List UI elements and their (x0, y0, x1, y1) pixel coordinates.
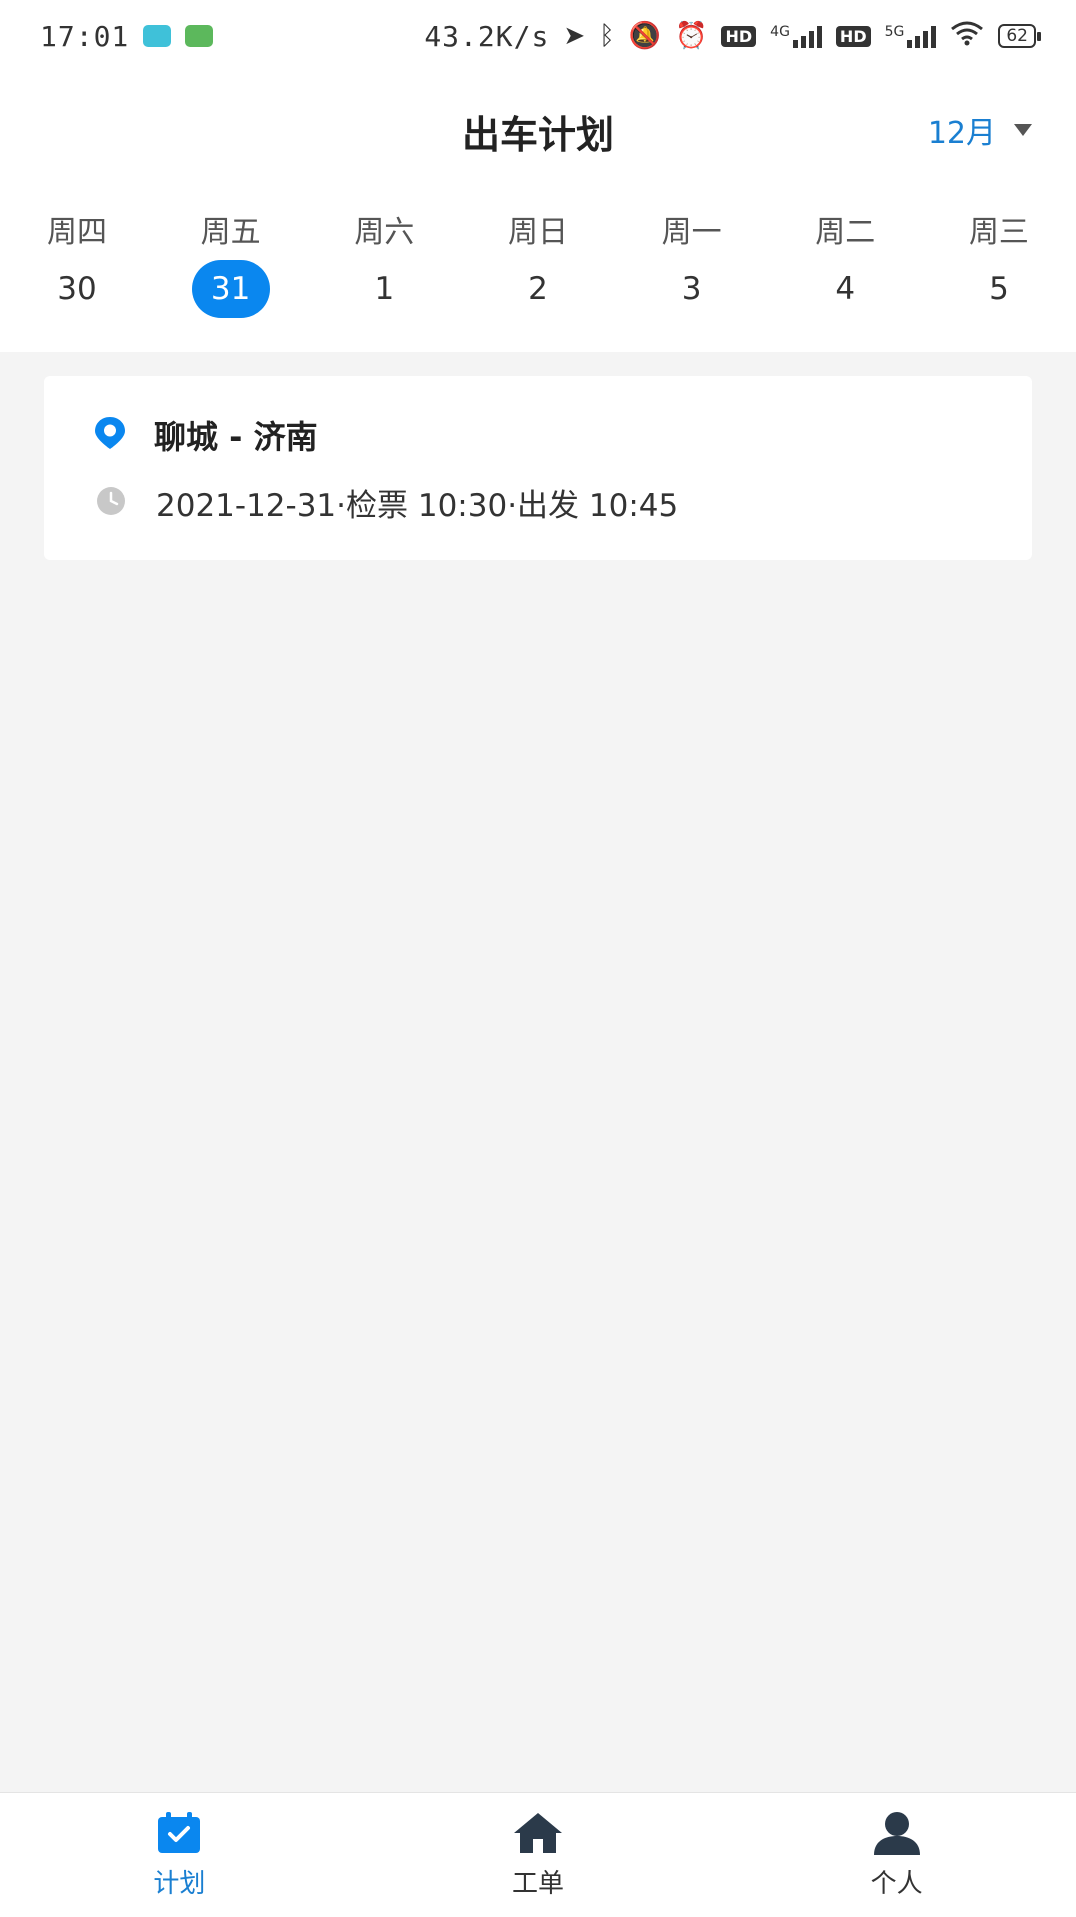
tab-label: 工单 (512, 1868, 565, 1899)
alarm-icon: ⏰ (675, 21, 708, 51)
day-tuesday[interactable]: 周二 4 (782, 210, 908, 320)
trip-route-row: 聊城 - 济南 (94, 412, 318, 458)
tab-label: 计划 (153, 1868, 206, 1899)
day-thursday[interactable]: 周四 30 (14, 210, 140, 320)
trip-schedule: 2021-12-31·检票 10:30·出发 10:45 (156, 488, 679, 524)
week-strip: 周四 30 周五 31 周六 1 周日 2 周一 3 周二 4 周三 5 (0, 210, 1076, 320)
status-bar-left: 17:01 (40, 19, 214, 53)
android-notification-icon (185, 25, 214, 47)
signal-bars-4g-icon: 4G (770, 24, 822, 48)
day-wednesday[interactable]: 周三 5 (936, 210, 1062, 320)
signal-5g-label: 5G (884, 24, 905, 40)
bottom-tab-bar: 计划 工单 个人 (0, 1792, 1076, 1917)
tab-personal[interactable]: 个人 (717, 1793, 1076, 1917)
network-speed: 43.2K/s (424, 19, 550, 53)
home-icon (512, 1811, 564, 1859)
location-pin-icon (94, 416, 126, 454)
month-selector[interactable]: 12月 (928, 108, 1032, 152)
day-saturday[interactable]: 周六 1 (321, 210, 447, 320)
page-title: 出车计划 (461, 113, 614, 157)
signal-bars-5g-icon: 5G (885, 24, 937, 48)
clock-icon (96, 486, 126, 520)
signal-4g-label: 4G (770, 24, 790, 40)
trip-card[interactable]: 聊城 - 济南 2021-12-31·检票 10:30·出发 10:45 (44, 376, 1032, 560)
day-monday[interactable]: 周一 3 (629, 210, 755, 320)
wifi-icon (950, 20, 984, 53)
mute-icon: 🔕 (628, 21, 662, 51)
calendar-check-icon (156, 1811, 202, 1859)
day-number: 1 (374, 271, 395, 307)
day-name: 周四 (47, 215, 107, 250)
day-number-selected: 31 (191, 260, 270, 318)
location-arrow-icon: ➤ (563, 21, 586, 51)
telegram-notification-icon (143, 25, 172, 47)
status-time: 17:01 (40, 19, 130, 53)
hd-badge-2: HD (835, 25, 871, 47)
day-name: 周三 (968, 215, 1029, 250)
status-bar-right: 43.2K/s ➤ ᛒ 🔕 ⏰ HD 4G HD 5G 62 (424, 19, 1041, 53)
tab-work-order[interactable]: 工单 (359, 1793, 718, 1917)
day-friday-selected[interactable]: 周五 31 (168, 210, 294, 320)
day-name: 周六 (354, 215, 415, 250)
month-label: 12月 (927, 116, 996, 151)
day-name: 周二 (815, 215, 876, 250)
day-sunday[interactable]: 周日 2 (475, 210, 601, 320)
day-number: 2 (528, 271, 548, 307)
tab-label: 个人 (870, 1868, 923, 1899)
caret-down-icon (1014, 124, 1032, 136)
day-number: 4 (835, 271, 856, 307)
trip-route: 聊城 - 济南 (154, 418, 318, 456)
header: 出车计划 12月 周四 30 周五 31 周六 1 周日 2 周一 3 周二 4 (0, 72, 1076, 352)
trip-time-row: 2021-12-31·检票 10:30·出发 10:45 (96, 480, 678, 525)
day-name: 周日 (507, 215, 568, 250)
day-number: 30 (57, 271, 97, 307)
tab-plan[interactable]: 计划 (0, 1793, 359, 1917)
day-name: 周一 (661, 215, 722, 250)
battery-indicator: 62 (998, 24, 1041, 48)
status-bar: 17:01 43.2K/s ➤ ᛒ 🔕 ⏰ HD 4G HD 5G 62 (0, 0, 1076, 72)
day-number: 3 (681, 271, 702, 307)
day-number: 5 (989, 271, 1009, 307)
bluetooth-icon: ᛒ (599, 21, 615, 51)
person-icon (871, 1811, 923, 1859)
hd-badge-1: HD (721, 25, 757, 47)
day-name: 周五 (200, 215, 261, 250)
